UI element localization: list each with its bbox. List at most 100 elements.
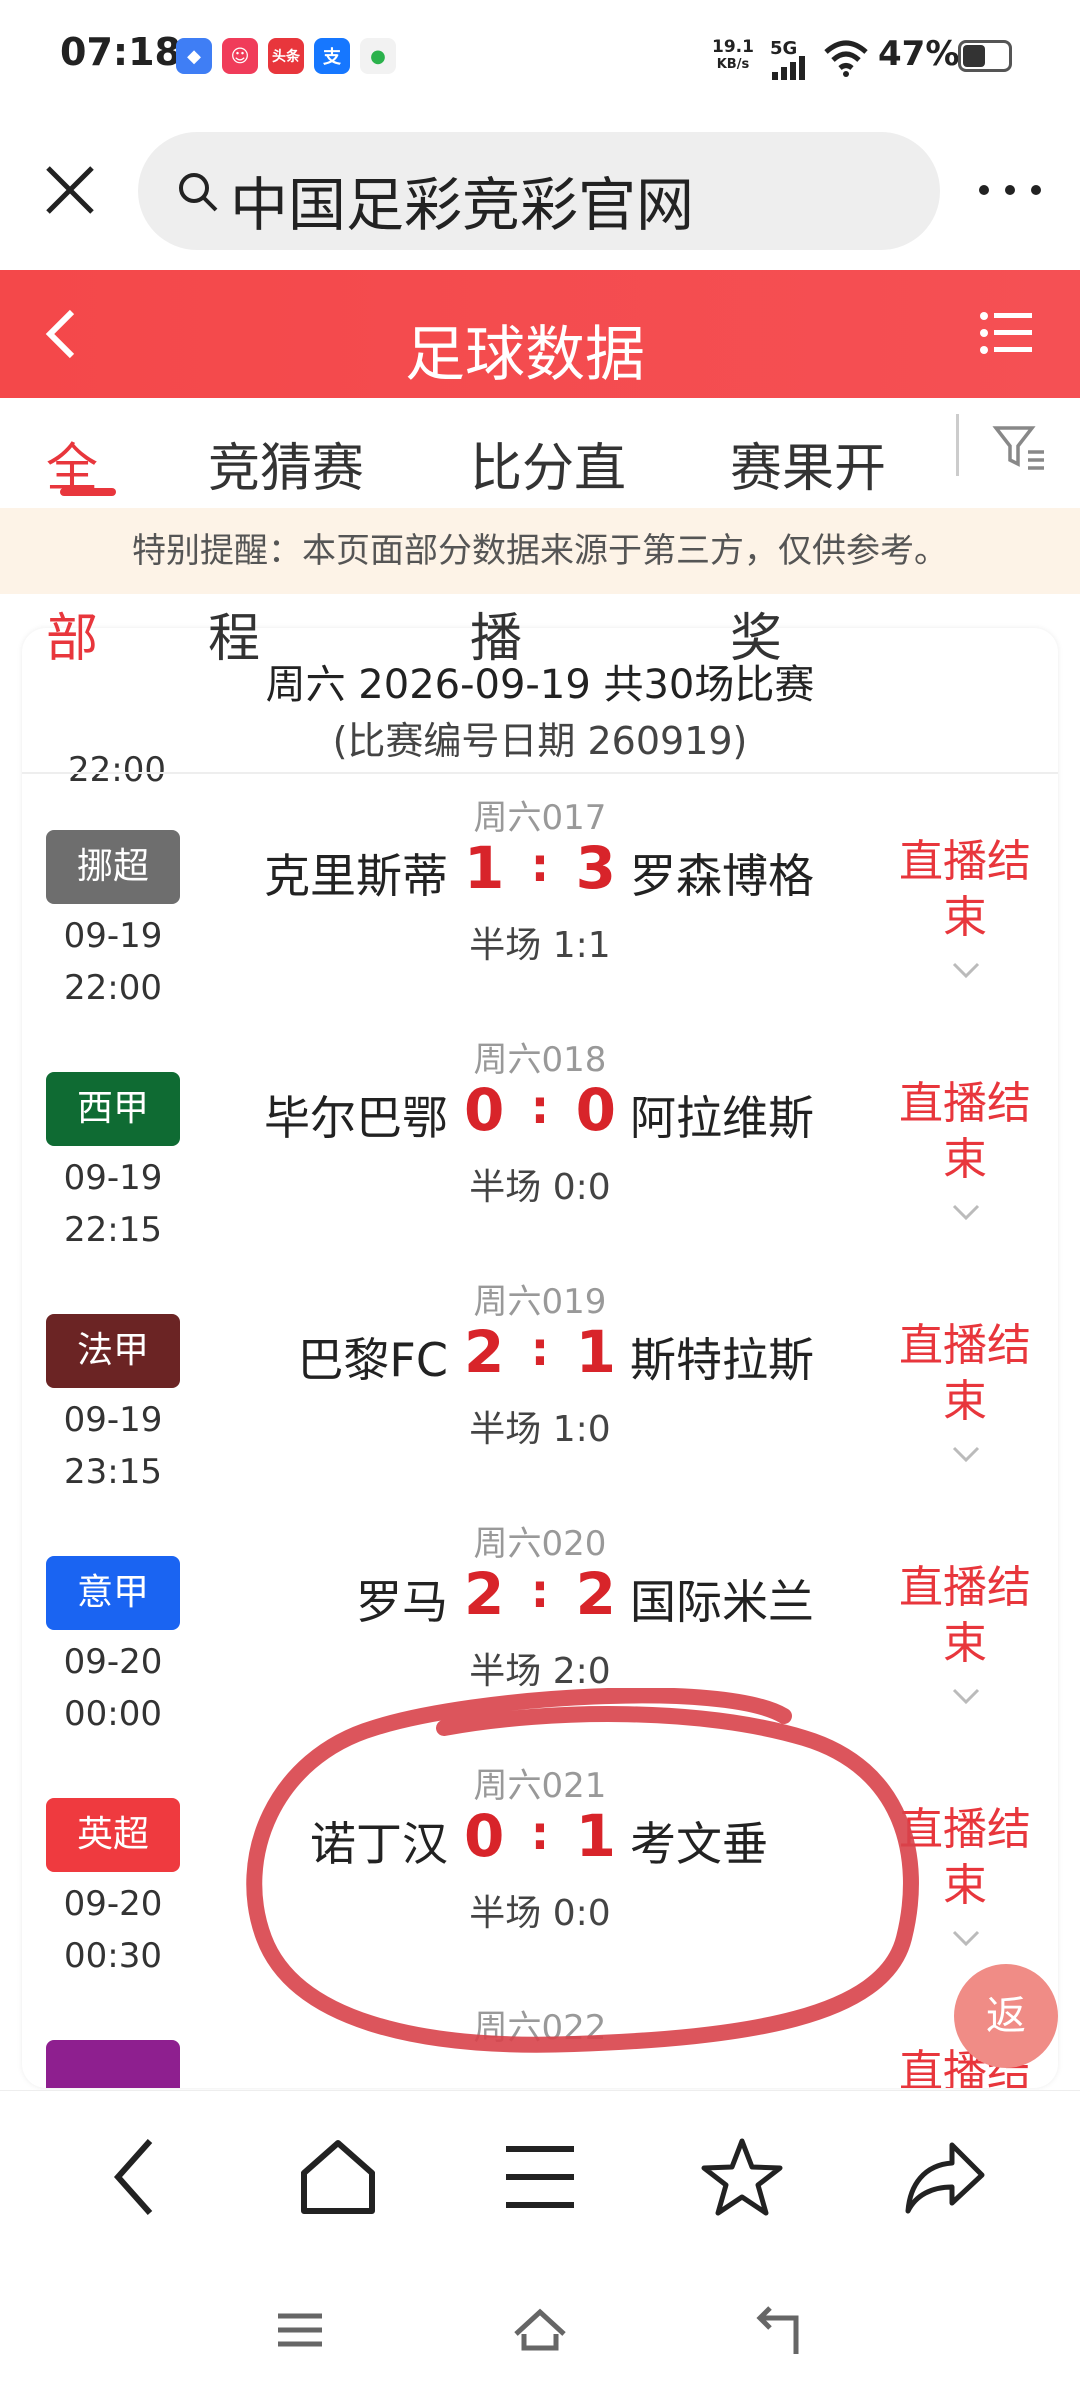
score-separator: : bbox=[530, 1080, 550, 1134]
home-score: 0 bbox=[464, 1076, 505, 1144]
page-header: 足球数据 bbox=[0, 270, 1080, 398]
alipay-app-icon: 支 bbox=[314, 38, 350, 74]
toutiao-app-icon: 头条 bbox=[268, 38, 304, 74]
away-score: 0 bbox=[575, 1076, 616, 1144]
back-to-top-button[interactable]: 返 bbox=[954, 1964, 1058, 2068]
tab-live-score-overflow: 播 bbox=[470, 609, 523, 669]
score-separator: : bbox=[530, 1564, 550, 1618]
nav-star-icon[interactable] bbox=[700, 2135, 784, 2219]
match-time: 22:15 bbox=[64, 1210, 162, 1250]
chevron-down-icon[interactable] bbox=[950, 1444, 982, 1466]
home-team: 巴黎FC bbox=[297, 1333, 448, 1387]
tab-results-overflow: 奖 bbox=[730, 609, 783, 669]
home-team: 毕尔巴鄂 bbox=[264, 1091, 448, 1145]
close-icon[interactable] bbox=[40, 160, 100, 220]
search-query: 中国足彩竞彩官网 bbox=[230, 171, 695, 239]
away-team: 罗森博格 bbox=[630, 849, 814, 903]
score-separator: : bbox=[530, 1322, 550, 1376]
league-badge: 西甲 bbox=[46, 1072, 180, 1146]
chevron-down-icon[interactable] bbox=[950, 1928, 982, 1950]
system-home-icon[interactable] bbox=[510, 2300, 570, 2360]
cut-off-time: 22:00 bbox=[68, 750, 166, 790]
search-bar[interactable]: 中国足彩竞彩官网 bbox=[138, 132, 940, 250]
match-row[interactable]: 周六017 挪超 09-19 22:00 克里斯蒂 1:3 罗森博格 半场 1:… bbox=[22, 790, 1058, 1032]
score: 0:0 bbox=[464, 1076, 616, 1144]
battery-icon bbox=[958, 40, 1012, 72]
more-menu-icon[interactable] bbox=[970, 170, 1050, 210]
net-speed-value: 19.1 bbox=[712, 37, 754, 57]
live-status-link[interactable]: 直播结束 bbox=[894, 834, 1036, 946]
live-status-link[interactable]: 直播结束 bbox=[894, 1560, 1036, 1672]
net-speed-unit: KB/s bbox=[716, 57, 750, 72]
match-time: 22:00 bbox=[64, 968, 162, 1008]
card-divider bbox=[22, 772, 1058, 774]
search-icon bbox=[179, 173, 218, 212]
match-time: 23:15 bbox=[64, 1452, 162, 1492]
tab-live-score[interactable]: 比分直 bbox=[470, 426, 626, 501]
recent-apps-icon[interactable] bbox=[270, 2300, 330, 2360]
tab-active-indicator bbox=[60, 488, 116, 496]
nav-back-icon[interactable] bbox=[94, 2135, 178, 2219]
away-team: 阿拉维斯 bbox=[630, 1091, 814, 1145]
live-status-link[interactable]: 直播结束 bbox=[894, 1076, 1036, 1188]
away-team: 斯特拉斯 bbox=[630, 1333, 814, 1387]
divider bbox=[956, 414, 959, 476]
score: 2:2 bbox=[464, 1560, 616, 1628]
clock: 07:18 bbox=[60, 30, 181, 74]
tab-bar: 全 竞猜赛 比分直 赛果开 bbox=[0, 398, 1080, 508]
toutiao-app-label: 头条 bbox=[272, 49, 300, 65]
battery-fill bbox=[963, 45, 985, 67]
browser-nav-bar bbox=[0, 2090, 1080, 2260]
home-score: 1 bbox=[464, 834, 505, 902]
list-menu-icon[interactable] bbox=[978, 308, 1034, 358]
signal-icon bbox=[772, 56, 805, 80]
home-team: 罗马 bbox=[356, 1575, 448, 1629]
nav-menu-icon[interactable] bbox=[498, 2135, 582, 2219]
wifi-icon bbox=[824, 40, 868, 77]
match-row[interactable]: 周六019 法甲 09-19 23:15 巴黎FC 2:1 斯特拉斯 半场 1:… bbox=[22, 1274, 1058, 1516]
league-badge: 法甲 bbox=[46, 1314, 180, 1388]
score: 1:3 bbox=[464, 834, 616, 902]
chevron-down-icon[interactable] bbox=[950, 1686, 982, 1708]
away-score: 1 bbox=[575, 1318, 616, 1386]
match-time: 00:30 bbox=[64, 1936, 162, 1976]
notice-banner: 特别提醒：本页面部分数据来源于第三方，仅供参考。 bbox=[0, 508, 1080, 594]
chevron-down-icon[interactable] bbox=[950, 1202, 982, 1224]
match-time: 00:00 bbox=[64, 1694, 162, 1734]
page-title: 足球数据 bbox=[405, 320, 645, 390]
app-icon-2: ☺ bbox=[222, 38, 258, 74]
league-badge: 挪超 bbox=[46, 830, 180, 904]
battery-percent: 47% bbox=[878, 34, 960, 74]
away-score: 3 bbox=[575, 834, 616, 902]
league-badge: 英超 bbox=[46, 1798, 180, 1872]
filter-icon[interactable] bbox=[992, 420, 1048, 476]
nav-share-icon[interactable] bbox=[902, 2135, 986, 2219]
nav-home-icon[interactable] bbox=[296, 2135, 380, 2219]
card-subtitle: (比赛编号日期 260919) bbox=[332, 719, 748, 763]
net-speed: 19.1 KB/s bbox=[712, 38, 754, 74]
tab-schedule[interactable]: 竞猜赛 bbox=[208, 426, 364, 501]
league-badge: 意甲 bbox=[46, 1556, 180, 1630]
away-score: 2 bbox=[575, 1560, 616, 1628]
system-back-icon[interactable] bbox=[750, 2300, 810, 2360]
home-score: 2 bbox=[464, 1560, 505, 1628]
card-title: 周六 2026-09-19 共30场比赛 bbox=[265, 662, 815, 708]
highlight-circle-annotation bbox=[246, 1688, 919, 2053]
league-badge bbox=[46, 2040, 180, 2088]
home-team: 克里斯蒂 bbox=[264, 849, 448, 903]
chevron-down-icon[interactable] bbox=[950, 960, 982, 982]
system-nav-bar bbox=[0, 2270, 1080, 2388]
tab-schedule-overflow: 程 bbox=[208, 609, 261, 669]
status-bar: 07:18 ◆ ☺ 头条 支 ● 19.1 KB/s 5G 47% bbox=[0, 0, 1080, 110]
match-row[interactable]: 周六018 西甲 09-19 22:15 毕尔巴鄂 0:0 阿拉维斯 半场 0:… bbox=[22, 1032, 1058, 1274]
tab-results[interactable]: 赛果开 bbox=[730, 426, 886, 501]
home-score: 2 bbox=[464, 1318, 505, 1386]
alipay-app-label: 支 bbox=[323, 47, 341, 68]
live-status-link[interactable]: 直播结束 bbox=[894, 1318, 1036, 1430]
away-team: 国际米兰 bbox=[630, 1575, 814, 1629]
tab-all-overflow: 部 bbox=[46, 609, 99, 669]
map-app-icon: ● bbox=[360, 38, 396, 74]
score: 2:1 bbox=[464, 1318, 616, 1386]
browser-app-icon: ◆ bbox=[176, 38, 212, 74]
score-separator: : bbox=[530, 838, 550, 892]
